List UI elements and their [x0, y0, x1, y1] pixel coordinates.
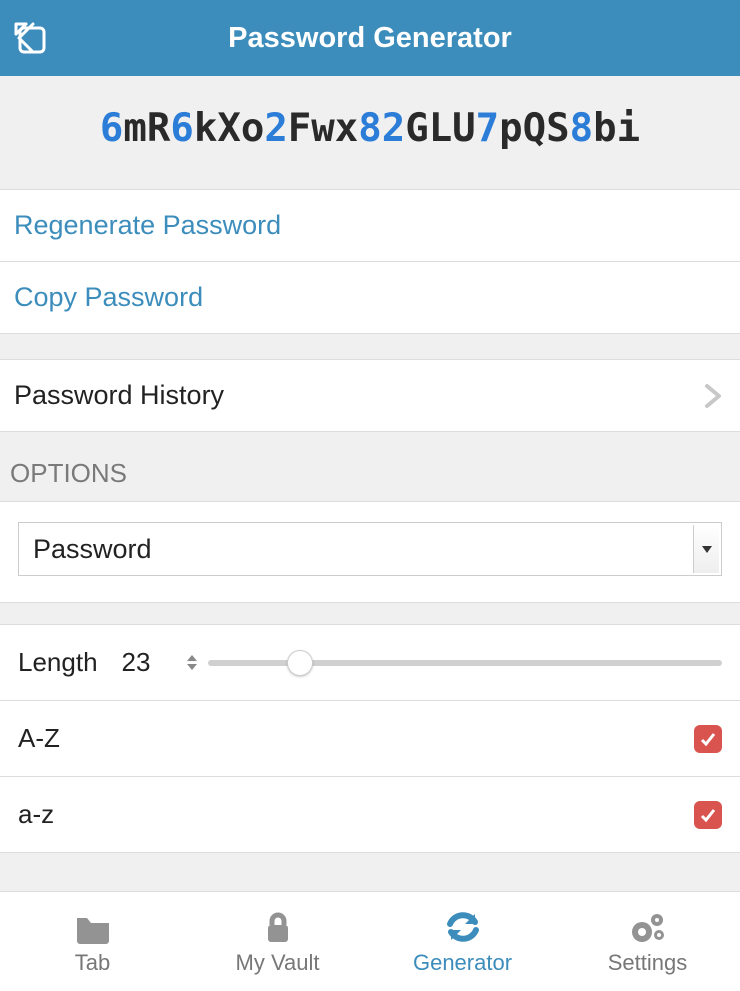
tab-tab-label: Tab [75, 950, 110, 976]
length-slider-wrap [182, 651, 722, 675]
back-button[interactable] [0, 0, 60, 76]
page-title: Password Generator [0, 22, 740, 55]
password-history-button[interactable]: Password History [0, 360, 740, 432]
check-icon [698, 729, 718, 749]
stepper-up-icon [187, 655, 197, 661]
copy-label: Copy Password [14, 282, 203, 313]
lowercase-row[interactable]: a-z [0, 777, 740, 853]
refresh-icon [443, 908, 483, 946]
tab-generator[interactable]: Generator [370, 892, 555, 991]
uppercase-checkbox[interactable] [694, 725, 722, 753]
length-slider[interactable] [208, 660, 722, 666]
app-root: Password Generator 6mR6kXo2Fwx82GLU7pQS8… [0, 0, 740, 991]
folder-icon [73, 908, 113, 946]
slider-thumb[interactable] [287, 650, 313, 676]
lock-icon [258, 908, 298, 946]
uppercase-row[interactable]: A-Z [0, 701, 740, 777]
chevron-right-icon [700, 383, 726, 409]
header: Password Generator [0, 0, 740, 76]
options-header: OPTIONS [0, 432, 740, 502]
lowercase-checkbox[interactable] [694, 801, 722, 829]
bottom-tabs: Tab My Vault Generator [0, 891, 740, 991]
history-section: Password History [0, 360, 740, 432]
stepper-down-icon [187, 664, 197, 670]
password-type-value: Password [19, 534, 691, 565]
uppercase-label: A-Z [18, 723, 60, 754]
tab-tab[interactable]: Tab [0, 892, 185, 991]
length-value: 23 [122, 647, 162, 678]
tab-settings-label: Settings [608, 950, 688, 976]
section-gap [0, 334, 740, 360]
content: 6mR6kXo2Fwx82GLU7pQS8bi Regenerate Passw… [0, 76, 740, 891]
history-label: Password History [14, 380, 224, 411]
regenerate-button[interactable]: Regenerate Password [0, 190, 740, 262]
tab-vault-label: My Vault [236, 950, 320, 976]
password-type-select[interactable]: Password [18, 522, 722, 576]
regenerate-label: Regenerate Password [14, 210, 281, 241]
back-arrow-icon [12, 20, 48, 56]
check-icon [698, 805, 718, 825]
section-gap [0, 603, 740, 625]
tab-generator-label: Generator [413, 950, 512, 976]
copy-button[interactable]: Copy Password [0, 262, 740, 334]
length-row: Length 23 [0, 625, 740, 701]
actions-section: Regenerate Password Copy Password [0, 190, 740, 334]
lowercase-label: a-z [18, 799, 54, 830]
tab-vault[interactable]: My Vault [185, 892, 370, 991]
length-label: Length [18, 647, 98, 678]
tab-settings[interactable]: Settings [555, 892, 740, 991]
dropdown-caret-icon [693, 525, 719, 573]
gear-icon [628, 908, 668, 946]
generated-password: 6mR6kXo2Fwx82GLU7pQS8bi [0, 76, 740, 190]
password-type-row: Password [0, 502, 740, 603]
length-stepper[interactable] [182, 651, 202, 675]
